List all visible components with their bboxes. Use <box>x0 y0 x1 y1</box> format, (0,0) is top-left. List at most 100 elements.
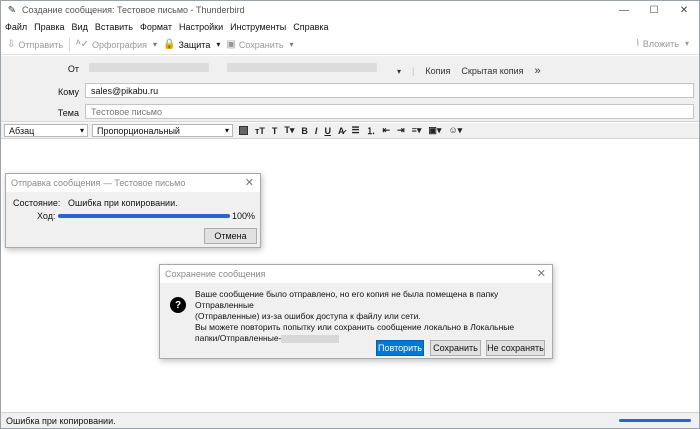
save-dialog-title: Сохранение сообщения <box>165 269 266 279</box>
from-label: От <box>67 64 79 74</box>
font-select[interactable]: Пропорциональный ▾ <box>92 124 233 137</box>
to-value: sales@pikabu.ru <box>91 86 159 96</box>
menu-help[interactable]: Справка <box>293 22 328 32</box>
minimize-button[interactable]: — <box>609 1 639 19</box>
spelling-dropdown-icon[interactable]: ▾ <box>153 40 157 49</box>
close-icon[interactable]: ✕ <box>245 176 254 189</box>
local-folder-path: папки/Отправленные- <box>195 333 282 343</box>
underline-icon[interactable]: U <box>324 126 331 136</box>
cc-link[interactable]: Копия <box>425 66 450 76</box>
maximize-button[interactable]: ☐ <box>639 1 669 19</box>
status-bar-text: Ошибка при копировании. <box>6 415 116 426</box>
spelling-label: Орфография <box>91 39 147 50</box>
save-button[interactable]: ▣ Сохранить <box>226 39 283 50</box>
save-message-line: (Отправленные) из-за ошибок доступа к фа… <box>195 311 421 321</box>
attach-button[interactable]: ⌇ Вложить ▾ <box>635 38 689 49</box>
close-icon[interactable]: ✕ <box>537 267 546 280</box>
attach-dropdown-icon[interactable]: ▾ <box>685 39 689 48</box>
cancel-button[interactable]: Отмена <box>204 228 257 244</box>
subject-field[interactable]: Тестовое письмо <box>85 104 694 119</box>
bcc-link[interactable]: Скрытая копия <box>461 66 523 76</box>
save-message-line: Ваше сообщение было отправлено, но его к… <box>195 289 499 310</box>
indent-icon[interactable]: ⇥ <box>397 125 405 136</box>
sending-dialog-title: Отправка сообщения — Тестовое письмо <box>11 178 186 188</box>
from-identity-redacted[interactable] <box>227 63 377 72</box>
menu-insert[interactable]: Вставить <box>95 22 133 32</box>
attach-label: Вложить <box>642 38 679 49</box>
smaller-text-icon[interactable]: тT <box>255 126 265 136</box>
outdent-icon[interactable]: ⇤ <box>383 125 391 136</box>
security-label: Защита <box>178 39 211 50</box>
pencil-icon: ✎ <box>7 4 17 16</box>
retry-button[interactable]: Повторить <box>376 340 424 356</box>
numbered-list-icon[interactable]: ⒈ <box>367 124 376 137</box>
send-icon: ⇩ <box>7 39 16 50</box>
text-color-picker[interactable] <box>239 126 248 135</box>
dont-save-button[interactable]: Не сохранять <box>486 340 545 356</box>
recipient-type-links: ▾ | Копия Скрытая копия » <box>397 65 541 77</box>
window-title: Создание сообщения: Тестовое письмо - Th… <box>22 5 245 15</box>
bullet-list-icon[interactable]: ☰ <box>351 125 359 136</box>
menu-format[interactable]: Формат <box>140 22 172 32</box>
menu-file[interactable]: Файл <box>5 22 27 32</box>
bold-icon[interactable]: B <box>301 126 308 136</box>
save-dialog-titlebar: Сохранение сообщения ✕ <box>160 265 552 283</box>
send-button[interactable]: ⇩ Отправить <box>7 39 63 50</box>
compose-headers: От ▾ | Копия Скрытая копия » Кому sales@… <box>1 56 699 122</box>
question-icon: ? <box>170 297 186 313</box>
sending-dialog-titlebar: Отправка сообщения — Тестовое письмо ✕ <box>6 174 260 192</box>
to-field[interactable]: sales@pikabu.ru <box>85 83 694 98</box>
sending-progress-bar <box>58 214 230 218</box>
paragraph-format-value: Абзац <box>9 125 35 136</box>
compose-toolbar: ⇩ Отправить ᴬ✓ Орфография ▾ 🔒 Защита ▾ ▣… <box>1 35 699 55</box>
status-progress-bar <box>619 419 691 422</box>
menu-edit[interactable]: Правка <box>34 22 64 32</box>
save-label: Сохранить <box>238 39 284 50</box>
paragraph-format-select[interactable]: Абзац ▾ <box>4 124 88 137</box>
menu-tools[interactable]: Инструменты <box>230 22 286 32</box>
lock-icon: 🔒 <box>162 39 176 50</box>
status-value: Ошибка при копировании. <box>68 198 178 208</box>
save-icon: ▣ <box>226 39 236 50</box>
close-button[interactable]: ✕ <box>669 1 699 19</box>
send-label: Отправить <box>18 39 64 50</box>
larger-text-icon[interactable]: T <box>272 126 278 136</box>
sending-progress-fill <box>58 214 230 218</box>
to-label: Кому <box>57 87 79 97</box>
menu-view[interactable]: Вид <box>72 22 88 32</box>
chevron-down-icon: ▾ <box>79 126 84 135</box>
remove-style-icon[interactable]: A̷ <box>338 126 345 136</box>
security-dropdown-icon[interactable]: ▾ <box>216 40 220 49</box>
security-button[interactable]: 🔒 Защита <box>163 39 210 50</box>
title-bar: ✎ Создание сообщения: Тестовое письмо - … <box>1 1 699 19</box>
sending-dialog: Отправка сообщения — Тестовое письмо ✕ С… <box>5 173 261 248</box>
insert-image-icon[interactable]: ▣▾ <box>428 125 441 136</box>
more-recipients-icon[interactable]: » <box>535 65 541 77</box>
text-style-icon[interactable]: T▾ <box>284 125 294 136</box>
subject-value: Тестовое письмо <box>91 107 162 117</box>
subject-label: Тема <box>57 108 79 118</box>
toolbar-separator <box>69 37 71 52</box>
progress-percent: 100% <box>232 211 256 221</box>
spelling-button[interactable]: ᴬ✓ Орфография <box>76 39 147 50</box>
save-dropdown-icon[interactable]: ▾ <box>290 40 294 49</box>
status-label: Состояние: <box>13 198 61 208</box>
format-toolbar: Абзац ▾ Пропорциональный ▾ тT T T▾ B I U… <box>1 123 699 139</box>
status-bar: Ошибка при копировании. <box>1 412 699 428</box>
spellcheck-icon: ᴬ✓ <box>76 39 89 50</box>
font-value: Пропорциональный <box>97 125 180 136</box>
save-locally-button[interactable]: Сохранить <box>430 340 481 356</box>
italic-icon[interactable]: I <box>315 126 318 136</box>
align-icon[interactable]: ≡▾ <box>412 125 422 136</box>
compose-window: ✎ Создание сообщения: Тестовое письмо - … <box>0 0 700 429</box>
emoji-icon[interactable]: ☺▾ <box>448 125 462 136</box>
from-dropdown-icon[interactable]: ▾ <box>397 67 401 76</box>
save-message-dialog: Сохранение сообщения ✕ ? Ваше сообщение … <box>159 264 553 359</box>
chevron-down-icon: ▾ <box>224 126 229 135</box>
save-message-line: Вы можете повторить попытку или сохранит… <box>195 322 515 332</box>
save-dialog-message: Ваше сообщение было отправлено, но его к… <box>195 289 547 344</box>
from-address-redacted[interactable] <box>89 63 209 72</box>
menu-settings[interactable]: Настройки <box>179 22 223 32</box>
folder-name-redacted <box>281 334 340 343</box>
progress-label: Ход: <box>37 211 56 221</box>
